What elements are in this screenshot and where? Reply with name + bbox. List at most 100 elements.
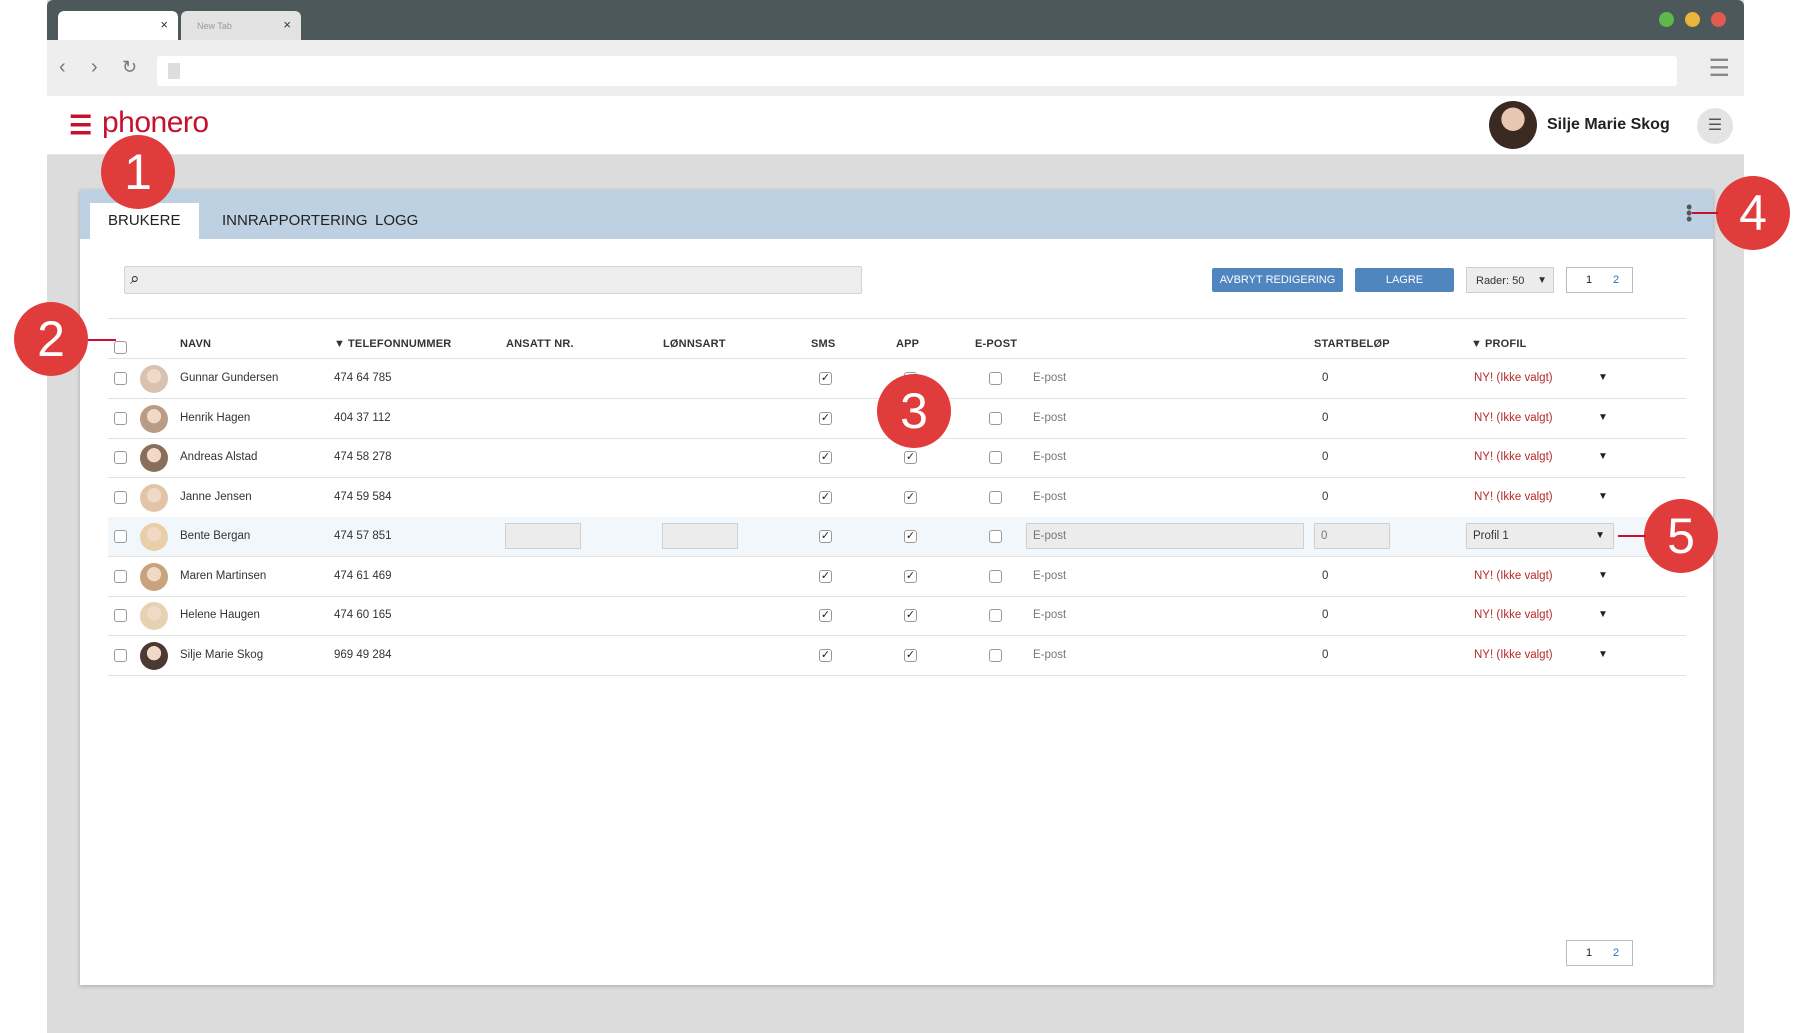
row-select-checkbox[interactable] [114,530,127,543]
email-checkbox[interactable] [989,530,1002,543]
app-menu-icon[interactable]: ☰ [1697,108,1733,144]
app-checkbox[interactable]: ✓ [904,609,917,622]
page-2-link[interactable]: 2 [1613,947,1619,959]
email-checkbox[interactable] [989,569,1002,583]
tab-logg[interactable]: LOGG [357,203,436,239]
filter-icon[interactable]: ▼ [1471,338,1482,350]
row-select-checkbox[interactable] [114,609,127,622]
filter-icon[interactable]: ▼ [334,338,345,350]
chevron-down-icon[interactable]: ▼ [1598,609,1608,620]
browser-tab-active[interactable]: × [58,11,178,40]
header-app[interactable]: APP [896,338,919,350]
table-row[interactable]: Janne Jensen 474 59 584 ✓ ✓ E-post 0 NY! (Ikke… [108,478,1686,518]
profile-value[interactable]: NY! (Ikke valgt) [1474,609,1553,621]
app-checkbox[interactable]: ✓ [904,451,917,464]
cancel-edit-button[interactable]: AVBRYT REDIGERING [1212,268,1343,292]
window-close-dot[interactable] [1711,12,1726,27]
back-icon[interactable]: ‹ [59,56,66,79]
user-name[interactable]: Henrik Hagen [180,412,250,424]
reload-icon[interactable]: ↻ [122,57,137,78]
page-1-link[interactable]: 1 [1586,274,1592,286]
app-checkbox[interactable]: ✓ [904,648,917,662]
sms-checkbox[interactable]: ✓ [819,372,832,385]
header-sms[interactable]: SMS [811,338,835,350]
chevron-down-icon[interactable]: ▼ [1598,649,1608,660]
profile-value[interactable]: NY! (Ikke valgt) [1474,451,1553,463]
chevron-down-icon[interactable]: ▼ [1598,451,1608,462]
user-name[interactable]: Bente Bergan [180,530,250,542]
email-checkbox[interactable] [989,451,1002,464]
user-name[interactable]: Gunnar Gundersen [180,372,278,384]
window-maximize-dot[interactable] [1659,12,1674,27]
email-checkbox[interactable] [989,609,1002,622]
profile-value[interactable]: NY! (Ikke valgt) [1474,372,1553,384]
select-all-checkbox[interactable] [114,341,127,354]
user-name[interactable]: Andreas Alstad [180,451,257,463]
sms-checkbox[interactable]: ✓ [819,411,832,425]
search-input[interactable]: ⌕ [124,266,862,294]
row-select-checkbox[interactable] [114,648,127,662]
address-bar[interactable] [157,56,1677,86]
profile-value[interactable]: NY! (Ikke valgt) [1474,412,1553,424]
close-tab-icon[interactable]: × [283,17,291,32]
header-name[interactable]: NAVN [180,338,211,350]
phonero-logo[interactable]: phonero [102,106,209,140]
table-row[interactable]: Bente Bergan 474 57 851 ✓ ✓ E-post 0 Profil 1 ▼ [108,517,1686,557]
profile-value[interactable]: NY! (Ikke valgt) [1474,570,1553,582]
user-name[interactable]: Maren Martinsen [180,570,266,582]
start-amount-input[interactable]: 0 [1314,523,1390,549]
employee-no-input[interactable] [505,523,581,549]
row-select-checkbox[interactable] [114,451,127,464]
header-profile[interactable]: PROFIL [1485,338,1527,350]
sms-checkbox[interactable]: ✓ [819,648,832,662]
app-checkbox[interactable]: ✓ [904,530,917,543]
email-checkbox[interactable] [989,490,1002,504]
chevron-down-icon[interactable]: ▼ [1598,491,1608,502]
header-phone[interactable]: TELEFONNUMMER [348,338,451,350]
save-button[interactable]: LAGRE [1355,268,1454,292]
user-name[interactable]: Silje Marie Skog [180,649,263,661]
email-checkbox[interactable] [989,648,1002,662]
header-start-amount[interactable]: STARTBELØP [1314,338,1390,350]
email-checkbox[interactable] [989,372,1002,385]
profile-value[interactable]: NY! (Ikke valgt) [1474,491,1553,503]
user-avatar[interactable] [1489,101,1537,149]
rows-per-page-select[interactable]: Rader: 50 ▼ [1466,267,1554,293]
header-email[interactable]: E-POST [975,338,1017,350]
sms-checkbox[interactable]: ✓ [819,451,832,464]
sms-checkbox[interactable]: ✓ [819,530,832,543]
page-1-link[interactable]: 1 [1586,947,1592,959]
user-name[interactable]: Janne Jensen [180,491,252,503]
row-select-checkbox[interactable] [114,372,127,385]
app-checkbox[interactable]: ✓ [904,490,917,504]
table-row[interactable]: Silje Marie Skog 969 49 284 ✓ ✓ E-post 0 NY! (… [108,636,1686,676]
browser-menu-icon[interactable]: ☰ [1708,54,1730,83]
app-checkbox[interactable]: ✓ [904,569,917,583]
forward-icon[interactable]: › [91,56,98,79]
hamburger-menu-icon[interactable]: ☰ [69,110,92,141]
header-pay-type[interactable]: LØNNSART [663,338,726,350]
email-input[interactable]: E-post [1026,523,1304,549]
row-select-checkbox[interactable] [114,569,127,583]
table-row[interactable]: Maren Martinsen 474 61 469 ✓ ✓ E-post 0 NY! (I… [108,557,1686,597]
sms-checkbox[interactable]: ✓ [819,609,832,622]
window-minimize-dot[interactable] [1685,12,1700,27]
user-name[interactable]: Silje Marie Skog [1547,116,1670,134]
table-row[interactable]: Helene Haugen 474 60 165 ✓ ✓ E-post 0 NY! (Ikk… [108,596,1686,636]
user-name[interactable]: Helene Haugen [180,609,260,621]
profile-value[interactable]: NY! (Ikke valgt) [1474,649,1553,661]
header-employee-no[interactable]: ANSATT NR. [506,338,574,350]
row-select-checkbox[interactable] [114,411,127,425]
sms-checkbox[interactable]: ✓ [819,569,832,583]
profile-select[interactable]: Profil 1 ▼ [1466,523,1614,549]
close-tab-icon[interactable]: × [160,17,168,32]
sms-checkbox[interactable]: ✓ [819,490,832,504]
pay-type-input[interactable] [662,523,738,549]
email-checkbox[interactable] [989,411,1002,425]
browser-tab-new[interactable]: New Tab × [181,11,301,40]
row-select-checkbox[interactable] [114,490,127,504]
chevron-down-icon[interactable]: ▼ [1598,570,1608,581]
page-2-link[interactable]: 2 [1613,274,1619,286]
chevron-down-icon[interactable]: ▼ [1598,372,1608,383]
chevron-down-icon[interactable]: ▼ [1598,412,1608,423]
